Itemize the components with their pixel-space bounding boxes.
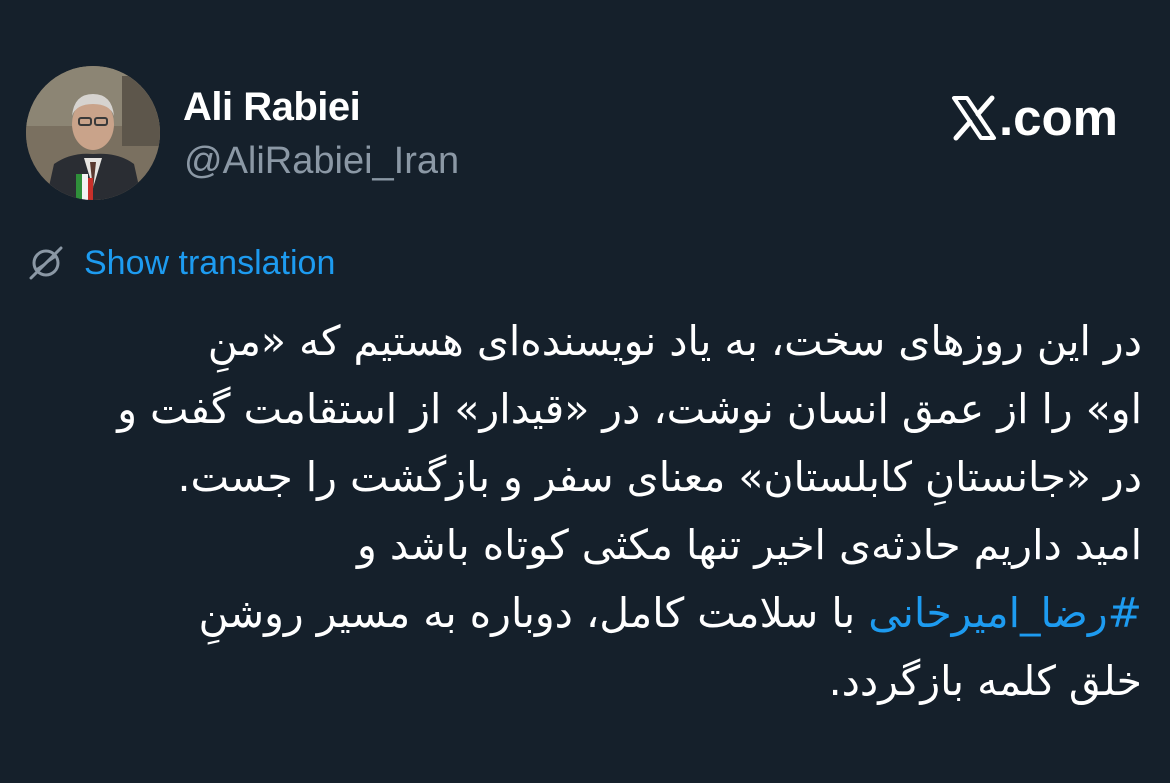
hashtag-link[interactable]: #رضا_امیرخانی <box>868 589 1142 637</box>
translate-icon <box>29 246 63 280</box>
tweet-line-with-hashtag: #رضا_امیرخانی با سلامت کامل، دوباره به م… <box>26 579 1143 647</box>
tweet-line: در این روزهای سخت، به یاد نویسنده‌ای هست… <box>207 317 1142 365</box>
site-brand: .com <box>951 90 1118 146</box>
author-handle[interactable]: @AliRabiei_Iran <box>184 138 459 184</box>
tweet-line: خلق کلمه بازگردد. <box>828 657 1142 705</box>
site-brand-suffix: .com <box>998 89 1118 146</box>
profile-photo <box>26 66 160 200</box>
x-logo-icon <box>951 95 996 141</box>
show-translation-button[interactable]: Show translation <box>26 240 335 286</box>
author-display-name[interactable]: Ali Rabiei <box>183 83 361 131</box>
avatar[interactable] <box>26 66 160 200</box>
tweet-text: در این روزهای سخت، به یاد نویسنده‌ای هست… <box>26 307 1142 715</box>
tweet-line: او» را از عمق انسان نوشت، در «قیدار» از … <box>117 385 1142 433</box>
show-translation-label[interactable]: Show translation <box>84 240 335 286</box>
tweet-line: در «جانستانِ کابلستان» معنای سفر و بازگش… <box>177 453 1142 501</box>
tweet-line-rest: با سلامت کامل، دوباره به مسیر روشنِ <box>198 589 869 637</box>
tweet-line: امید داریم حادثه‌ی اخیر تنها مکثی کوتاه … <box>357 521 1142 569</box>
